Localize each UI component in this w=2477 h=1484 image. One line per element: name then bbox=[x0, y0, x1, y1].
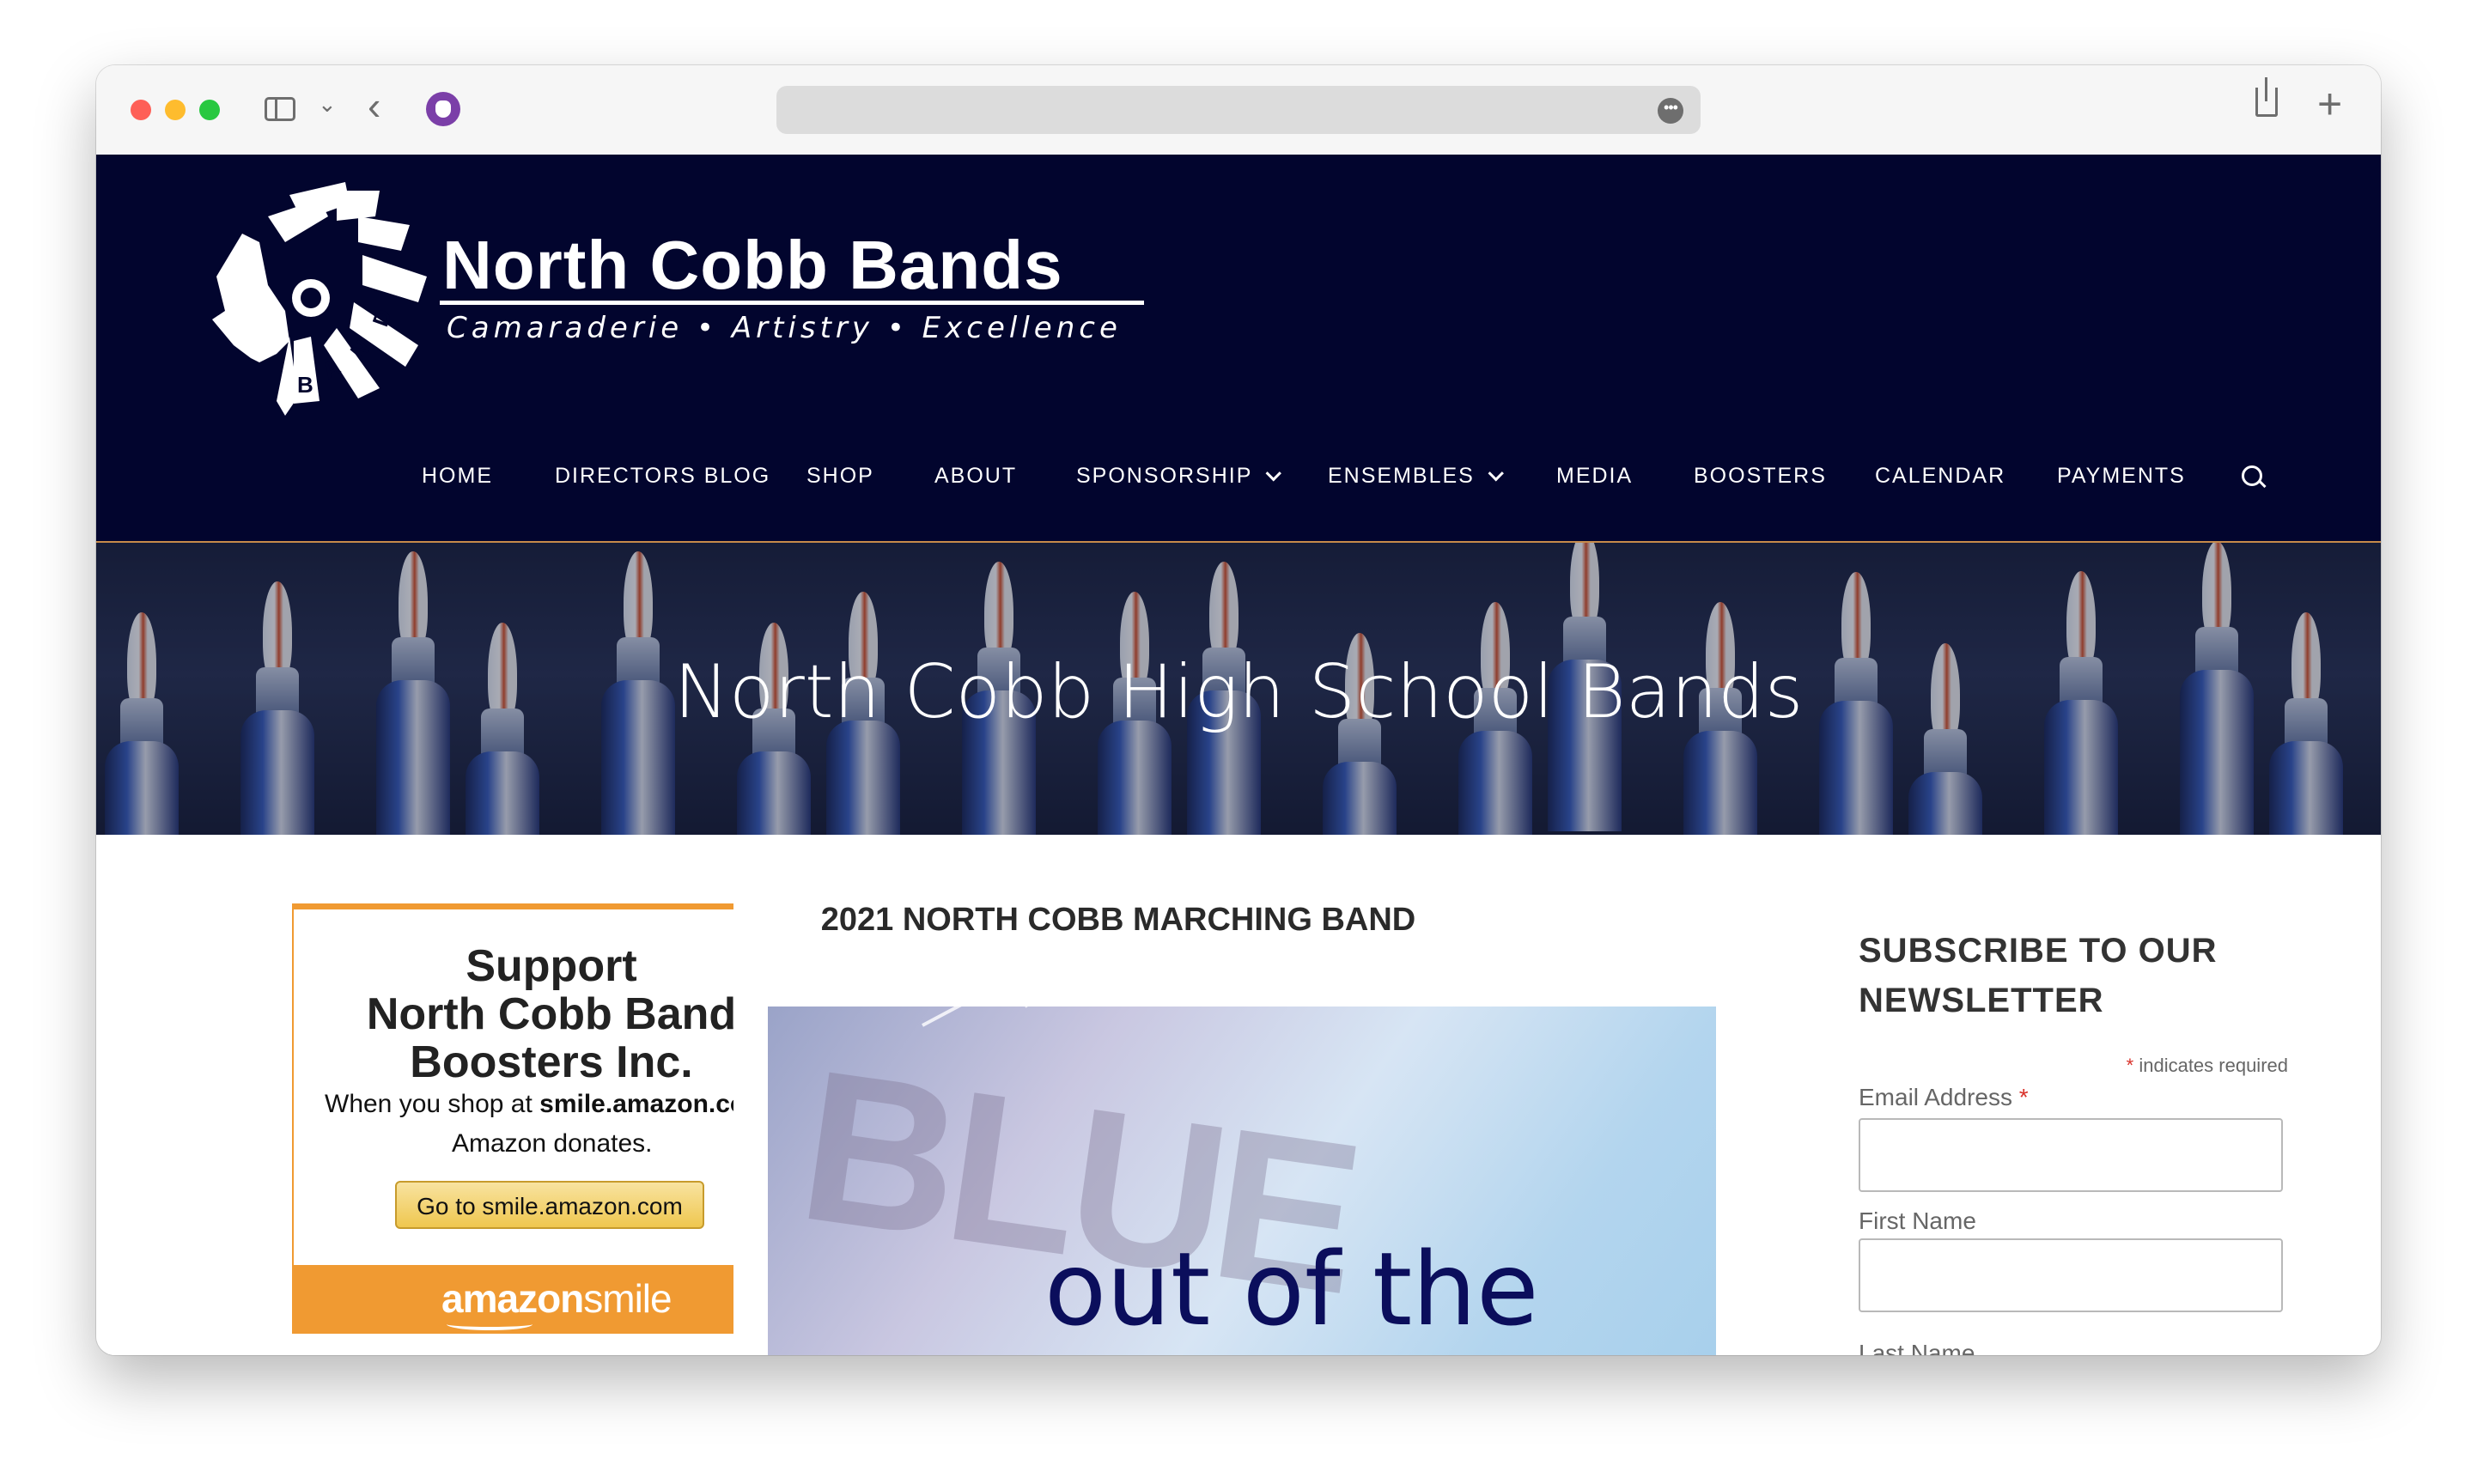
nav-directors-blog[interactable]: DIRECTORS BLOG bbox=[555, 464, 770, 489]
site-tagline: Camaraderie • Artistry • Excellence bbox=[447, 311, 1122, 345]
amazon-smile-ad[interactable]: Support North Cobb Band Boosters Inc. Wh… bbox=[292, 903, 733, 1334]
nav-shop[interactable]: SHOP bbox=[806, 464, 874, 489]
main-nav: HOME DIRECTORS BLOG SHOP ABOUT SPONSORSH… bbox=[96, 464, 2381, 498]
headdress-logo-icon[interactable]: B A N D bbox=[208, 182, 431, 416]
browser-window: ⌄ ‹ ••• + B A N D North Cobb Bands Camar… bbox=[96, 65, 2381, 1355]
nav-about[interactable]: ABOUT bbox=[934, 464, 1017, 489]
nav-ensembles[interactable]: ENSEMBLES bbox=[1328, 464, 1504, 489]
chevron-down-icon bbox=[1488, 465, 1504, 482]
nav-home[interactable]: HOME bbox=[422, 464, 493, 489]
amazon-smile-footer: amazonsmile bbox=[294, 1265, 733, 1334]
amazon-smile-arrow-icon bbox=[447, 1318, 533, 1330]
nav-shop-label: SHOP bbox=[806, 464, 874, 488]
nav-payments[interactable]: PAYMENTS bbox=[2057, 464, 2186, 489]
ad-headline-line1: Support bbox=[466, 941, 637, 991]
more-options-icon[interactable]: ••• bbox=[1658, 98, 1683, 124]
video-embed[interactable]: BLUE out of the bbox=[768, 1007, 1716, 1355]
newsletter-title-line2: NEWSLETTER bbox=[1859, 982, 2104, 1019]
video-title-text: out of the bbox=[1044, 1230, 1539, 1348]
logo-amazon-text: amazon bbox=[441, 1276, 584, 1321]
first-name-label: First Name bbox=[1859, 1207, 1976, 1234]
email-field[interactable] bbox=[1859, 1118, 2283, 1192]
email-label: Email Address * bbox=[1859, 1084, 2029, 1111]
nav-sponsorship[interactable]: SPONSORSHIP bbox=[1076, 464, 1282, 489]
site-header: B A N D North Cobb Bands Camaraderie • A… bbox=[96, 155, 2381, 543]
email-label-text: Email Address bbox=[1859, 1084, 2012, 1110]
chevron-down-icon bbox=[1265, 465, 1282, 482]
nav-payments-label: PAYMENTS bbox=[2057, 464, 2186, 488]
search-icon[interactable] bbox=[2242, 465, 2262, 486]
extension-hand-icon[interactable] bbox=[426, 92, 460, 126]
required-star: * bbox=[2018, 1084, 2029, 1110]
ad-subtext: When you shop at smile.amazon.com, bbox=[325, 1090, 733, 1119]
newsletter-title-line1: SUBSCRIBE TO OUR bbox=[1859, 932, 2218, 970]
chevron-down-icon[interactable]: ⌄ bbox=[318, 91, 337, 118]
svg-text:B: B bbox=[297, 372, 313, 398]
amazon-smile-logo: amazonsmile bbox=[441, 1275, 673, 1322]
back-arrow-icon[interactable]: ‹ bbox=[368, 82, 380, 129]
browser-toolbar: ⌄ ‹ ••• + bbox=[96, 65, 2381, 155]
ad-subtext-2: Amazon donates. bbox=[452, 1129, 653, 1158]
ad-headline-line3: Boosters Inc. bbox=[410, 1037, 693, 1087]
nav-calendar-label: CALENDAR bbox=[1875, 464, 2006, 488]
last-name-label: Last Name bbox=[1859, 1340, 1975, 1355]
required-note: * indicates required bbox=[2127, 1055, 2288, 1077]
share-icon[interactable] bbox=[2255, 77, 2278, 117]
go-to-smile-button[interactable]: Go to smile.amazon.com bbox=[395, 1181, 704, 1229]
video-light-streak bbox=[922, 1007, 1606, 1027]
nav-boosters[interactable]: BOOSTERS bbox=[1694, 464, 1827, 489]
nav-sponsorship-label: SPONSORSHIP bbox=[1076, 464, 1253, 488]
nav-ensembles-label: ENSEMBLES bbox=[1328, 464, 1475, 488]
first-name-field[interactable] bbox=[1859, 1238, 2283, 1312]
post-heading: 2021 NORTH COBB MARCHING BAND bbox=[820, 902, 1416, 938]
video-light-streak bbox=[1025, 1007, 1421, 1008]
nav-about-label: ABOUT bbox=[934, 464, 1018, 488]
required-note-text: indicates required bbox=[2133, 1055, 2288, 1076]
nav-boosters-label: BOOSTERS bbox=[1694, 464, 1827, 488]
logo-smile-text: smile bbox=[583, 1276, 672, 1321]
minimize-window-button[interactable] bbox=[165, 100, 186, 120]
ad-subtext-prefix: When you shop at bbox=[325, 1090, 540, 1118]
zoom-window-button[interactable] bbox=[199, 100, 220, 120]
sidebar-toggle-icon[interactable] bbox=[265, 97, 295, 121]
ad-headline-line2: North Cobb Band bbox=[366, 989, 733, 1039]
hero-title: North Cobb High School Bands bbox=[673, 649, 1804, 735]
page-content: Support North Cobb Band Boosters Inc. Wh… bbox=[96, 835, 2381, 1355]
new-tab-plus-icon[interactable]: + bbox=[2317, 79, 2342, 129]
hero-banner: North Cobb High School Bands bbox=[96, 543, 2381, 835]
nav-media-label: MEDIA bbox=[1556, 464, 1634, 488]
ad-subtext-domain: smile.amazon.com, bbox=[539, 1090, 733, 1118]
nav-home-label: HOME bbox=[422, 464, 493, 488]
title-underline bbox=[440, 301, 1144, 305]
required-star: * bbox=[2126, 1055, 2134, 1076]
address-bar[interactable]: ••• bbox=[776, 86, 1701, 134]
ad-headline: Support North Cobb Band Boosters Inc. bbox=[294, 942, 733, 1086]
nav-calendar[interactable]: CALENDAR bbox=[1875, 464, 2005, 489]
site-title[interactable]: North Cobb Bands bbox=[442, 226, 1063, 305]
newsletter-title: SUBSCRIBE TO OUR NEWSLETTER bbox=[1859, 926, 2218, 1025]
newsletter-form: SUBSCRIBE TO OUR NEWSLETTER * indicates … bbox=[1859, 835, 2305, 1355]
nav-directors-blog-label: DIRECTORS BLOG bbox=[555, 464, 771, 488]
close-window-button[interactable] bbox=[131, 100, 151, 120]
nav-media[interactable]: MEDIA bbox=[1556, 464, 1633, 489]
